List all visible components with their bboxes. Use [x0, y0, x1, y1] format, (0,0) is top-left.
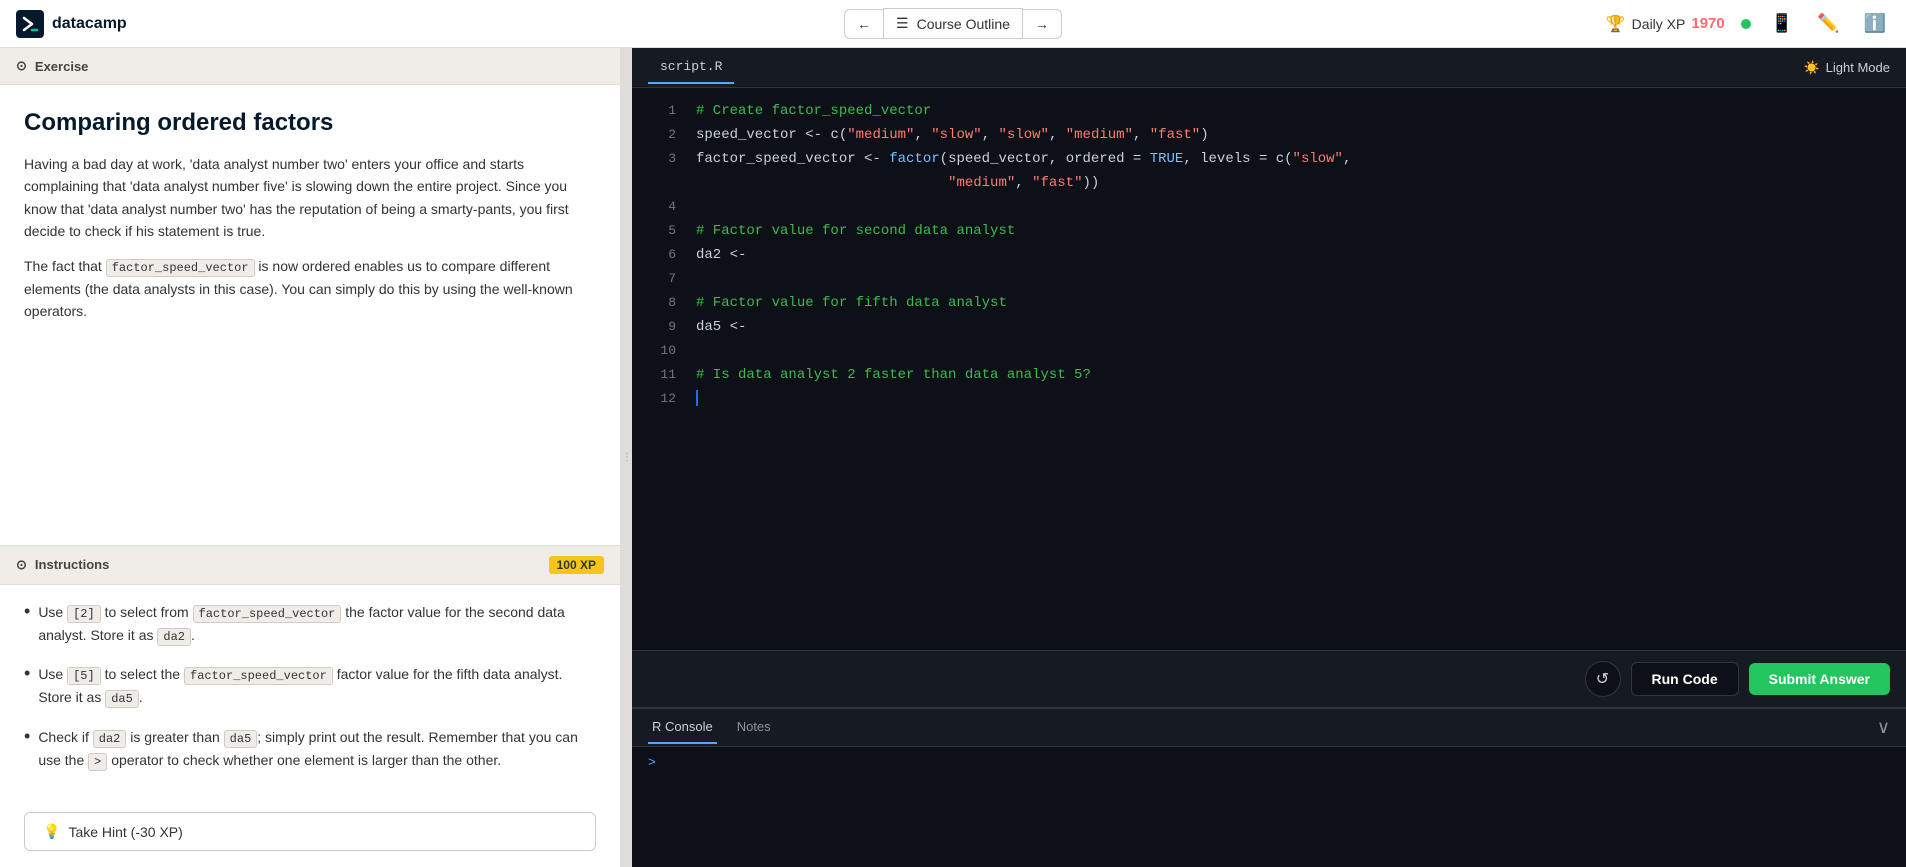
- exercise-label: Exercise: [35, 59, 89, 74]
- console-body: >: [632, 747, 1906, 867]
- code-line: 9 da5 <-: [632, 316, 1906, 340]
- inst3-code3: >: [88, 753, 107, 771]
- desc2-code: factor_speed_vector: [106, 259, 255, 277]
- inst1-code3: da2: [157, 628, 191, 646]
- tab-notes[interactable]: Notes: [733, 711, 775, 744]
- editor-actions: ↺ Run Code Submit Answer: [632, 650, 1906, 707]
- datacamp-logo-icon: [16, 10, 44, 38]
- inst3-code2: da5: [224, 730, 258, 748]
- top-nav: datacamp ← ☰ Course Outline → 🏆 Daily XP…: [0, 0, 1906, 48]
- code-line: 4: [632, 196, 1906, 220]
- console-prompt: >: [648, 755, 656, 770]
- course-outline-button[interactable]: ☰ Course Outline: [883, 8, 1023, 39]
- code-line: 10: [632, 340, 1906, 364]
- instructions-list: • Use [2] to select from factor_speed_ve…: [0, 585, 620, 804]
- console-tabs: R Console Notes ∨: [632, 709, 1906, 747]
- bullet-2: •: [24, 663, 30, 685]
- xp-badge: 100 XP: [549, 556, 604, 574]
- streak-dot: [1741, 19, 1751, 29]
- inst1-code1: [2]: [67, 605, 101, 623]
- nav-right: 🏆 Daily XP 1970 📱 ✏️ ℹ️: [1606, 9, 1890, 38]
- run-code-label: Run Code: [1652, 671, 1718, 687]
- course-outline-label: Course Outline: [917, 16, 1010, 32]
- instructions-header: ⊙ Instructions 100 XP: [0, 545, 620, 585]
- logo: datacamp: [16, 10, 127, 38]
- logo-text: datacamp: [52, 15, 127, 33]
- daily-xp-label: Daily XP: [1632, 16, 1686, 32]
- resize-dots: ⋮: [622, 452, 630, 463]
- left-panel: ⊙ Exercise Comparing ordered factors Hav…: [0, 48, 620, 867]
- menu-icon: ☰: [896, 15, 909, 32]
- light-mode-label: Light Mode: [1826, 60, 1890, 75]
- desc2-before: The fact that: [24, 258, 106, 274]
- xp-count: 1970: [1691, 15, 1724, 32]
- tab-r-console[interactable]: R Console: [648, 711, 717, 744]
- main-layout: ⊙ Exercise Comparing ordered factors Hav…: [0, 48, 1906, 867]
- hint-button[interactable]: 💡 Take Hint (-30 XP): [24, 812, 596, 851]
- inst2-code1: [5]: [67, 667, 101, 685]
- console-panel: R Console Notes ∨ >: [632, 707, 1906, 867]
- edit-icon-button[interactable]: ✏️: [1813, 9, 1843, 38]
- submit-answer-button[interactable]: Submit Answer: [1749, 663, 1890, 695]
- sun-icon: ☀️: [1803, 60, 1819, 76]
- console-tab-group: R Console Notes: [648, 711, 775, 744]
- right-panel: script.R ☀️ Light Mode 1 # Create factor…: [632, 48, 1906, 867]
- inst2-code2: factor_speed_vector: [184, 667, 333, 685]
- code-line: 1 # Create factor_speed_vector: [632, 100, 1906, 124]
- mobile-icon-button[interactable]: 📱: [1767, 9, 1797, 38]
- exercise-header: ⊙ Exercise: [0, 48, 620, 85]
- code-line: 3 factor_speed_vector <- factor(speed_ve…: [632, 148, 1906, 172]
- bullet-3: •: [24, 726, 30, 748]
- trophy-icon: 🏆: [1606, 14, 1626, 34]
- resize-handle[interactable]: ⋮: [620, 48, 632, 867]
- next-button[interactable]: →: [1023, 9, 1062, 39]
- exercise-desc1: Having a bad day at work, 'data analyst …: [24, 153, 596, 323]
- code-line: 2 speed_vector <- c("medium", "slow", "s…: [632, 124, 1906, 148]
- inst3-code1: da2: [93, 730, 127, 748]
- reset-button[interactable]: ↺: [1585, 661, 1621, 697]
- collapse-console-button[interactable]: ∨: [1877, 717, 1890, 738]
- code-editor[interactable]: 1 # Create factor_speed_vector 2 speed_v…: [632, 88, 1906, 650]
- code-line: 12: [632, 388, 1906, 412]
- code-line: 7: [632, 268, 1906, 292]
- daily-xp: 🏆 Daily XP 1970: [1606, 14, 1725, 34]
- hint-icon: 💡: [43, 823, 60, 840]
- code-line: "medium", "fast")): [632, 172, 1906, 196]
- instructions-icon: ⊙: [16, 557, 27, 573]
- submit-label: Submit Answer: [1769, 671, 1870, 687]
- code-line: 5 # Factor value for second data analyst: [632, 220, 1906, 244]
- reset-icon: ↺: [1596, 669, 1609, 689]
- collapse-icon: ∨: [1877, 717, 1890, 737]
- code-line: 8 # Factor value for fifth data analyst: [632, 292, 1906, 316]
- code-line: 11 # Is data analyst 2 faster than data …: [632, 364, 1906, 388]
- inst2-code3: da5: [105, 690, 139, 708]
- info-icon-button[interactable]: ℹ️: [1860, 9, 1890, 38]
- left-content: Comparing ordered factors Having a bad d…: [0, 85, 620, 545]
- instructions-label: Instructions: [35, 557, 109, 572]
- prev-button[interactable]: ←: [844, 9, 883, 39]
- exercise-title: Comparing ordered factors: [24, 109, 596, 137]
- inst1-code2: factor_speed_vector: [193, 605, 342, 623]
- bullet-1: •: [24, 601, 30, 623]
- exercise-icon: ⊙: [16, 58, 27, 74]
- list-item: • Check if da2 is greater than da5; simp…: [24, 726, 596, 772]
- editor-topbar: script.R ☀️ Light Mode: [632, 48, 1906, 88]
- light-mode-button[interactable]: ☀️ Light Mode: [1803, 60, 1890, 76]
- run-code-button[interactable]: Run Code: [1631, 662, 1739, 696]
- file-tab[interactable]: script.R: [648, 51, 734, 84]
- code-line: 6 da2 <-: [632, 244, 1906, 268]
- nav-center: ← ☰ Course Outline →: [844, 8, 1062, 39]
- list-item: • Use [5] to select the factor_speed_vec…: [24, 663, 596, 709]
- hint-label: Take Hint (-30 XP): [68, 824, 182, 840]
- list-item: • Use [2] to select from factor_speed_ve…: [24, 601, 596, 647]
